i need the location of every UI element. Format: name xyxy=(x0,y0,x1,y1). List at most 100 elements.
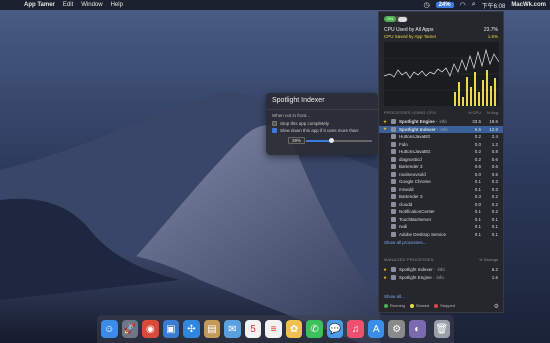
process-icon xyxy=(391,216,396,222)
col-cpu-header[interactable]: % CPU xyxy=(468,110,481,115)
process-cpu: 0.0 xyxy=(474,201,481,207)
process-cpu: 0.0 xyxy=(474,141,481,147)
process-icon xyxy=(391,231,396,237)
stop-app-option[interactable]: Stop this app completely xyxy=(272,121,329,126)
when-not-in-front-label: When not in front... xyxy=(272,113,311,118)
app-tamer-status-icon[interactable]: ◷ xyxy=(423,1,429,9)
clock[interactable]: 下午6:08 xyxy=(482,1,506,10)
app-tamer-on-toggle[interactable]: ON xyxy=(384,16,408,22)
cpu-usage-badge[interactable]: 24% xyxy=(435,2,454,8)
cpu-all-value: 23.7% xyxy=(483,27,498,33)
process-row[interactable]: Google Chrome 0.1 0.3 xyxy=(379,178,503,185)
process-name: HuttonsJavaBG xyxy=(399,149,431,154)
process-cpu: 0.1 xyxy=(474,216,481,222)
process-name: NotificationCenter xyxy=(399,209,435,214)
star-icon[interactable]: ★ xyxy=(383,267,389,273)
slow-app-option[interactable]: Slow down this app if it uses more than: xyxy=(272,128,359,133)
process-cpu: 6.6 xyxy=(474,126,481,132)
process-row[interactable]: Adobe Desktop Service 0.1 0.1 xyxy=(379,231,503,238)
process-cpu: 0.1 xyxy=(474,224,481,229)
process-avg: 0.6 xyxy=(491,164,498,169)
process-row[interactable]: routineovsold 0.0 0.5 xyxy=(379,171,503,178)
process-icon xyxy=(391,224,396,229)
process-row[interactable]: ★ Spotlight Indexer · info 6.6 12.8 xyxy=(379,125,503,133)
process-name: diagnosticd xyxy=(399,156,422,162)
process-icon xyxy=(391,201,396,207)
process-row[interactable]: TouchBarServer 0.1 0.1 xyxy=(379,216,503,223)
cpu-usage-graph xyxy=(384,42,499,106)
notes-icon[interactable]: ▤ xyxy=(203,320,221,338)
managed-row[interactable]: ★ Spotlight Indexer · info 6.2 xyxy=(379,266,503,273)
preview-icon[interactable]: ▣ xyxy=(162,320,180,338)
stop-app-checkbox[interactable] xyxy=(272,121,277,126)
slow-app-label: Slow down this app if it uses more than: xyxy=(280,128,360,133)
popover-title: Spotlight Indexer xyxy=(272,97,325,104)
process-row[interactable]: Bartender 3 0.3 0.2 xyxy=(379,193,503,200)
star-icon[interactable]: ★ xyxy=(383,275,389,281)
process-icon xyxy=(391,119,396,124)
search-icon[interactable]: ⌕ xyxy=(472,1,476,9)
process-row[interactable]: rwdi 0.1 0.1 xyxy=(379,223,503,230)
menu-bar: App Tamer Edit Window Help ◷ 24% ◠ ⌕ 下午6… xyxy=(0,0,550,10)
facetime-icon[interactable]: 💬 xyxy=(326,320,344,338)
process-name: mrwold xyxy=(399,186,414,192)
music-icon[interactable]: ♫ xyxy=(347,320,364,338)
menu-app-name[interactable]: App Tamer xyxy=(24,2,55,8)
process-row[interactable]: cloudd 0.0 0.2 xyxy=(379,201,503,208)
process-avg: 0.1 xyxy=(491,216,498,222)
process-row[interactable]: HuttonsJavaBG 0.2 0.8 xyxy=(379,148,503,155)
cpu-limit-slider[interactable] xyxy=(266,137,378,145)
app-tamer-icon[interactable]: ◐ xyxy=(408,320,426,338)
process-row[interactable]: diagnosticd 0.2 0.6 xyxy=(379,156,503,163)
menu-edit[interactable]: Edit xyxy=(63,2,73,8)
process-avg: 0.2 xyxy=(491,201,498,207)
status-legend: Running Slowed Stopped xyxy=(384,303,455,308)
process-avg: 0.6 xyxy=(491,156,498,162)
process-name: routineovsold xyxy=(399,171,426,177)
process-icon xyxy=(391,209,396,214)
mail-icon[interactable]: ✉ xyxy=(224,320,241,338)
photos-icon[interactable]: ✿ xyxy=(285,320,303,338)
process-name: rwdi xyxy=(399,224,408,229)
process-row[interactable]: ★ Spotlight Engine · info 33.5 18.6 xyxy=(379,118,503,125)
app-store-icon[interactable]: A xyxy=(367,320,385,338)
toggle-on-label: ON xyxy=(384,16,396,22)
messages-icon[interactable]: ✆ xyxy=(306,320,323,338)
star-icon[interactable]: ★ xyxy=(383,119,389,125)
process-icon xyxy=(391,156,396,162)
process-row[interactable]: Bartender 3 0.6 0.6 xyxy=(379,163,503,170)
trash-icon[interactable]: 🗑 xyxy=(433,320,451,338)
process-row[interactable]: NotificationCenter 0.1 0.2 xyxy=(379,208,503,215)
legend-dot xyxy=(409,303,414,308)
process-avg: 2.4 xyxy=(491,134,498,139)
wifi-icon[interactable]: ◠ xyxy=(460,1,466,9)
process-icon xyxy=(391,141,396,147)
process-icon xyxy=(391,179,396,184)
star-icon[interactable]: ★ xyxy=(383,126,389,132)
finder-icon[interactable]: ☺ xyxy=(101,320,118,338)
show-all-link[interactable]: Show all... xyxy=(384,294,405,299)
col-avg-header[interactable]: % Avg xyxy=(487,110,498,115)
process-name: Bartender 3 xyxy=(399,164,423,169)
process-name: Adobe Desktop Service xyxy=(399,231,447,237)
system-preferences-icon[interactable]: ⚙ xyxy=(388,320,405,338)
safari-icon[interactable]: ✣ xyxy=(183,320,200,338)
launchpad-icon[interactable]: 🚀 xyxy=(121,320,139,338)
managed-row[interactable]: ★ Spotlight Engine · info 1.6 xyxy=(379,274,503,281)
chrome-icon[interactable]: ◉ xyxy=(142,320,159,338)
show-all-processes-link[interactable]: Show all processes... xyxy=(384,240,427,245)
menu-window[interactable]: Window xyxy=(81,2,102,8)
process-row[interactable]: HuttonsJavaBG 0.2 2.4 xyxy=(379,133,503,140)
gear-icon[interactable]: ⚙ xyxy=(494,303,499,310)
process-row[interactable]: mrwold 0.1 0.3 xyxy=(379,186,503,193)
process-avg: 0.5 xyxy=(491,171,498,177)
slow-app-checkbox[interactable] xyxy=(272,128,277,133)
process-row[interactable]: Fido 0.0 1.2 xyxy=(379,141,503,148)
process-tag: info xyxy=(440,126,448,132)
calendar-icon[interactable]: 5 xyxy=(244,320,262,338)
divider xyxy=(266,109,378,110)
menu-help[interactable]: Help xyxy=(111,2,123,8)
slider-knob[interactable] xyxy=(329,138,335,143)
reminders-icon[interactable]: ≡ xyxy=(265,320,282,338)
process-name: cloudd xyxy=(399,201,413,207)
